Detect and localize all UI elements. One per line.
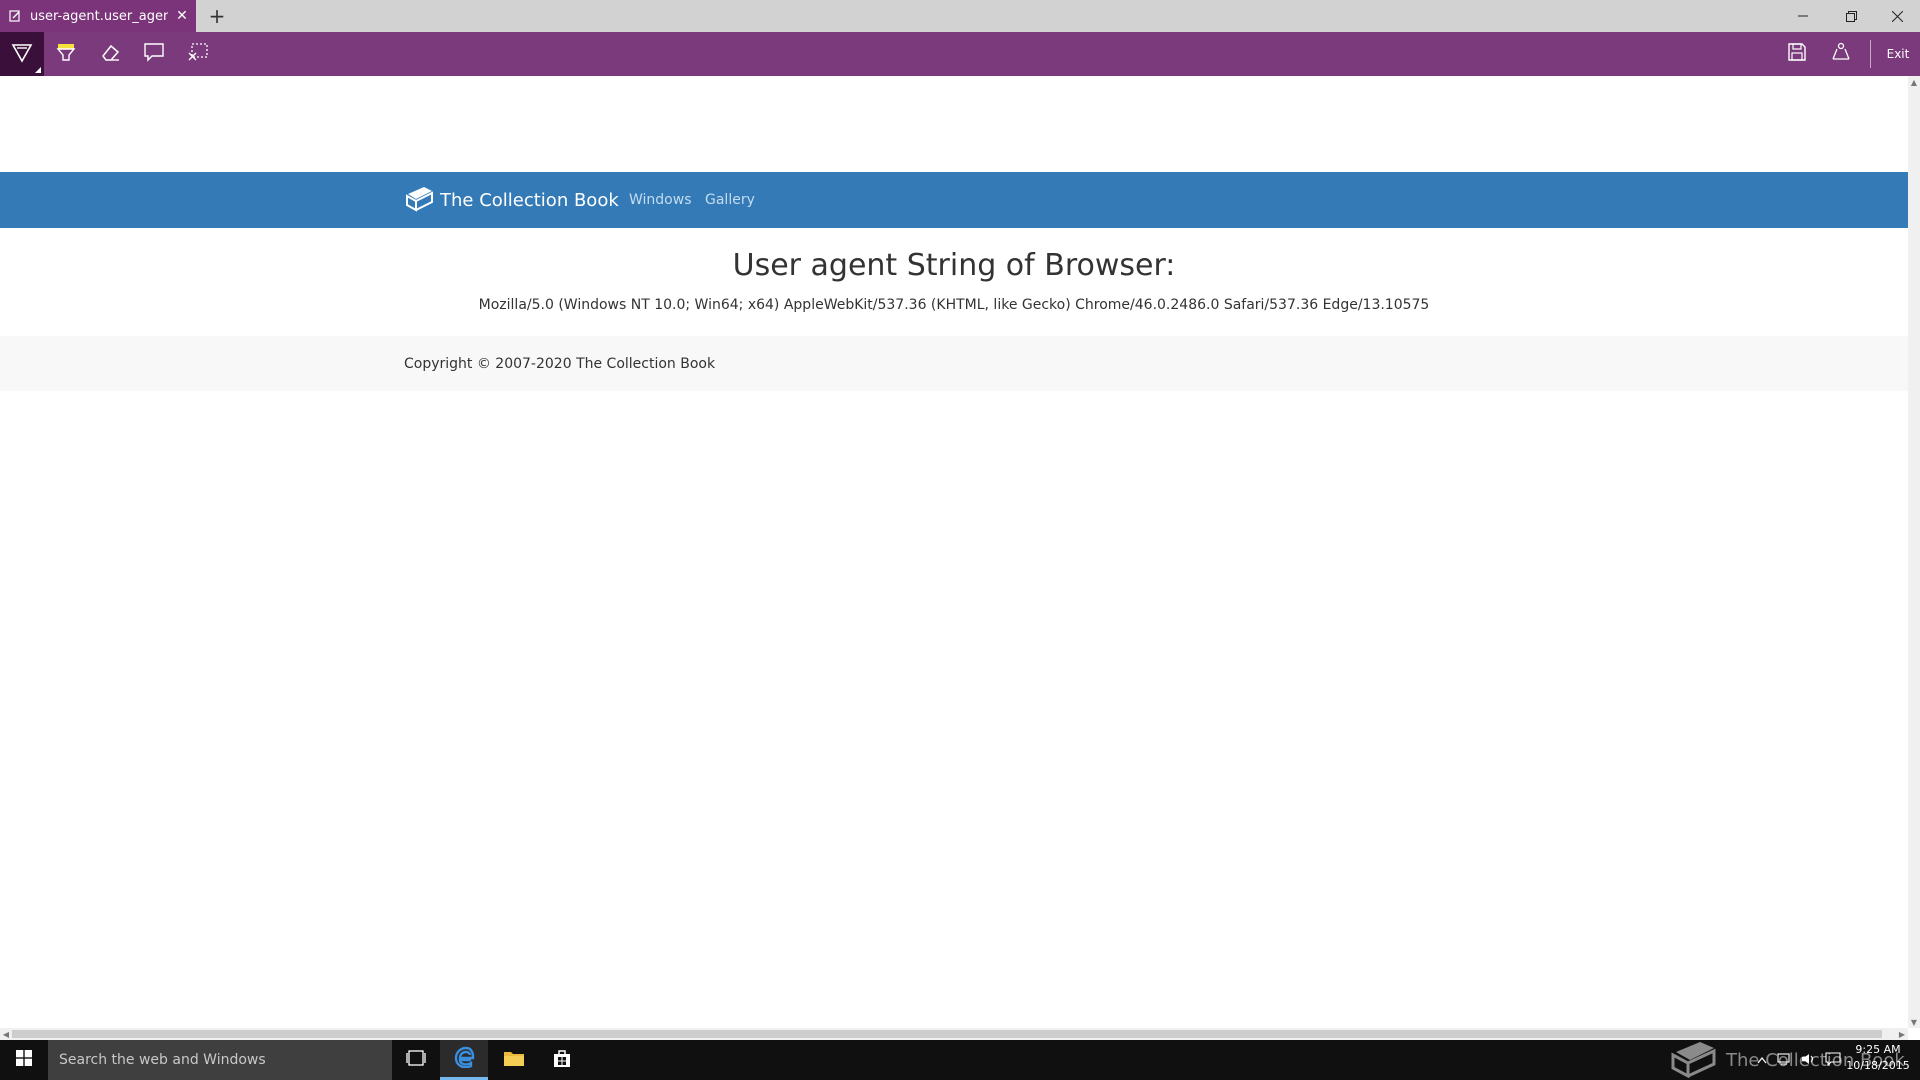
title-bar: user-agent.user_agent - ✕ +	[0, 0, 1920, 32]
scroll-right-icon[interactable]: ▶	[1896, 1028, 1908, 1040]
save-icon	[1787, 42, 1807, 66]
site-brand[interactable]: The Collection Book	[404, 172, 619, 228]
tab-close-icon[interactable]: ✕	[168, 8, 196, 24]
nav-link-gallery[interactable]: Gallery	[705, 172, 755, 228]
volume-icon	[1801, 1052, 1817, 1069]
scroll-down-icon[interactable]: ▼	[1908, 1016, 1920, 1028]
tab-title: user-agent.user_agent -	[30, 8, 168, 24]
site-navbar: The Collection Book Windows Gallery	[0, 172, 1908, 228]
site-footer: Copyright © 2007-2020 The Collection Boo…	[0, 336, 1908, 391]
user-agent-string: Mozilla/5.0 (Windows NT 10.0; Win64; x64…	[478, 297, 1430, 313]
taskbar-clock[interactable]: 9:25 AM 10/18/2015	[1846, 1042, 1910, 1078]
notifications-icon	[1825, 1051, 1841, 1069]
clock-time: 9:25 AM	[1855, 1043, 1901, 1056]
toolbar-divider	[1870, 40, 1871, 68]
brand-name: The Collection Book	[440, 189, 619, 211]
save-note-button[interactable]	[1775, 32, 1819, 76]
exit-button[interactable]: Exit	[1876, 32, 1920, 76]
active-tab[interactable]: user-agent.user_agent - ✕	[0, 0, 196, 32]
pen-icon	[11, 41, 33, 67]
web-note-toolbar: Exit	[0, 32, 1920, 76]
close-window-button[interactable]	[1874, 0, 1920, 32]
start-button[interactable]	[0, 1040, 48, 1080]
eraser-icon	[99, 41, 121, 67]
pen-tool[interactable]	[0, 32, 44, 76]
action-center-button[interactable]	[1822, 1040, 1844, 1080]
horizontal-scrollbar[interactable]: ◀ ▶	[0, 1028, 1908, 1040]
edge-taskbar-button[interactable]	[440, 1040, 488, 1080]
horizontal-scroll-thumb[interactable]	[12, 1030, 1882, 1038]
clip-icon	[187, 41, 209, 67]
network-button[interactable]	[1774, 1040, 1796, 1080]
share-note-button[interactable]	[1819, 32, 1863, 76]
scroll-left-icon[interactable]: ◀	[0, 1028, 12, 1040]
edge-icon	[453, 1046, 475, 1072]
copyright-text: Copyright © 2007-2020 The Collection Boo…	[404, 355, 716, 372]
task-view-icon	[406, 1050, 426, 1070]
file-explorer-button[interactable]	[490, 1040, 538, 1080]
network-icon	[1777, 1052, 1793, 1069]
nav-link-windows[interactable]: Windows	[629, 172, 692, 228]
tool-options-indicator	[35, 67, 41, 73]
store-button[interactable]	[538, 1040, 586, 1080]
watermark-book-icon	[1668, 1038, 1718, 1080]
book-logo-icon	[404, 184, 440, 217]
new-tab-button[interactable]: +	[204, 0, 230, 32]
store-icon	[552, 1048, 572, 1072]
highlighter-icon	[55, 41, 77, 67]
eraser-tool[interactable]	[88, 32, 132, 76]
task-view-button[interactable]	[392, 1040, 440, 1080]
taskbar-search-input[interactable]: Search the web and Windows	[48, 1040, 392, 1080]
comment-tool[interactable]	[132, 32, 176, 76]
volume-button[interactable]	[1798, 1040, 1820, 1080]
folder-icon	[503, 1049, 525, 1071]
highlighter-tool[interactable]	[44, 32, 88, 76]
restore-button[interactable]	[1828, 0, 1874, 32]
show-hidden-icons-button[interactable]	[1752, 1040, 1772, 1080]
comment-icon	[143, 41, 165, 67]
windows-logo-icon	[16, 1050, 32, 1070]
minimize-button[interactable]	[1780, 0, 1826, 32]
taskbar: Search the web and Windows The Collectio…	[0, 1040, 1920, 1080]
scroll-up-icon[interactable]: ▲	[1908, 76, 1920, 88]
vertical-scrollbar[interactable]: ▲ ▼	[1908, 76, 1920, 1028]
share-icon	[1830, 41, 1852, 67]
clip-tool[interactable]	[176, 32, 220, 76]
web-note-icon	[0, 10, 30, 22]
clock-date: 10/18/2015	[1846, 1059, 1910, 1072]
chevron-up-icon	[1757, 1053, 1767, 1067]
page-content: The Collection Book Windows Gallery User…	[0, 76, 1908, 1028]
page-title: User agent String of Browser:	[732, 248, 1176, 283]
